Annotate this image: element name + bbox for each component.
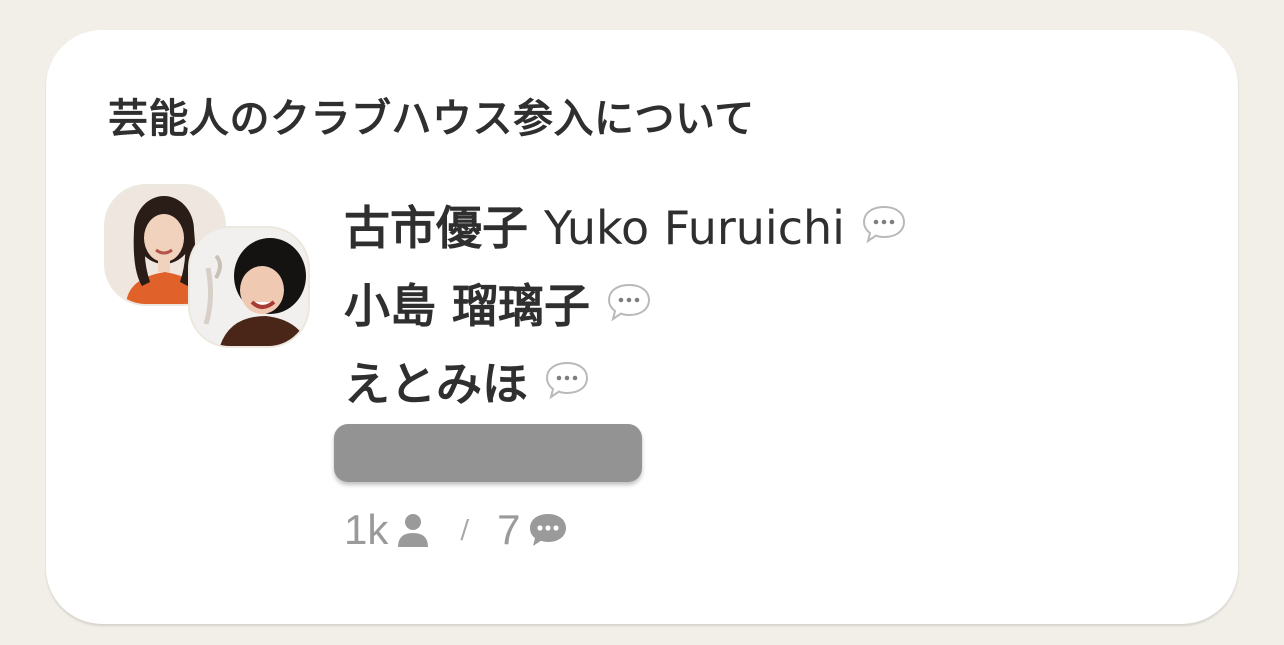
speaker-row[interactable]: 小島 瑠璃子	[344, 264, 907, 342]
speaker-list: 古市優子 Yuko Furuichi 小島 瑠璃子 えとみほ	[344, 186, 907, 420]
speaker-name: えとみほ	[344, 357, 528, 411]
speaker-avatar-2[interactable]	[188, 226, 310, 348]
speaker-count: 7	[497, 506, 521, 553]
speech-bubble-icon	[861, 204, 907, 246]
redacted-speaker-bar	[334, 424, 642, 482]
speaker-row[interactable]: 古市優子 Yuko Furuichi	[344, 186, 907, 264]
speech-bubble-icon	[544, 360, 590, 402]
room-card[interactable]: 芸能人のクラブハウス参入について 古市優子 Yuko Furuichi 小島 瑠…	[46, 30, 1238, 624]
stats-separator: /	[460, 515, 470, 545]
speaker-name: 古市優子 Yuko Furuichi	[344, 201, 845, 255]
speech-bubble-icon	[606, 282, 652, 324]
room-title: 芸能人のクラブハウス参入について	[108, 96, 755, 142]
chat-bubble-icon	[528, 512, 568, 548]
room-stats: 1k / 7	[344, 506, 568, 554]
listener-count: 1k	[344, 506, 389, 553]
person-icon	[396, 512, 430, 548]
speaker-row[interactable]: えとみほ	[344, 342, 907, 420]
speaker-name: 小島 瑠璃子	[344, 279, 591, 333]
